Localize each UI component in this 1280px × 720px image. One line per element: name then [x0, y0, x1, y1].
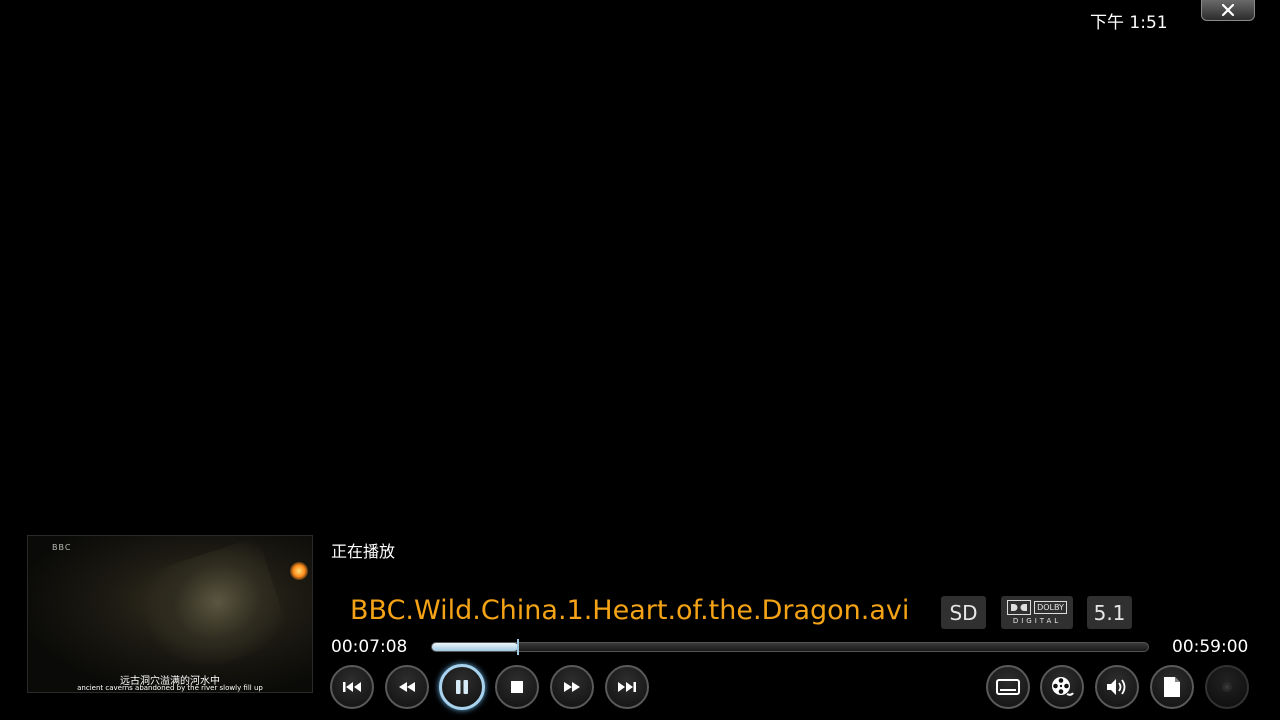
audio-settings-button[interactable]	[1095, 665, 1139, 709]
pause-button[interactable]	[439, 664, 485, 710]
bookmark-button[interactable]	[1150, 665, 1194, 709]
progress-fill	[432, 643, 518, 651]
progress-handle[interactable]	[517, 639, 519, 655]
digital-label: DIGITAL	[1012, 617, 1062, 625]
pause-icon	[456, 680, 468, 694]
record-icon	[1222, 682, 1232, 692]
close-icon	[1221, 3, 1235, 17]
dolby-logo-icon	[1007, 600, 1032, 615]
rewind-icon	[399, 682, 415, 692]
skip-previous-button[interactable]	[330, 665, 374, 709]
elapsed-time: 00:07:08	[331, 637, 408, 657]
subtitle-english: ancient caverns abandoned by the river s…	[77, 684, 263, 692]
clock: 下午 1:51	[1090, 13, 1168, 33]
volume-icon	[1107, 679, 1126, 695]
stop-icon	[511, 681, 523, 693]
thumbnail-light	[290, 562, 308, 580]
bbc-logo: BBC	[52, 543, 72, 552]
skip-next-button[interactable]	[605, 665, 649, 709]
total-duration: 00:59:00	[1172, 637, 1249, 657]
rewind-button[interactable]	[385, 665, 429, 709]
dolby-label: DOLBY	[1034, 601, 1067, 614]
video-settings-button[interactable]	[1040, 665, 1084, 709]
subtitles-icon	[996, 679, 1020, 695]
channels-badge: 5.1	[1087, 596, 1132, 629]
thumbnail-scene	[134, 536, 292, 682]
video-reel-icon	[1052, 677, 1074, 696]
sd-badge: SD	[941, 596, 986, 629]
document-icon	[1164, 677, 1180, 697]
stop-button[interactable]	[495, 665, 539, 709]
progress-bar[interactable]	[431, 639, 1149, 655]
video-thumbnail[interactable]: BBC 远古洞穴溢满的河水中 ancient caverns abandoned…	[27, 535, 313, 693]
fast-forward-icon	[564, 682, 580, 692]
skip-next-icon	[618, 682, 636, 692]
subtitles-button[interactable]	[986, 665, 1030, 709]
record-button[interactable]	[1205, 665, 1249, 709]
now-playing-label: 正在播放	[331, 542, 396, 561]
close-button[interactable]	[1201, 0, 1255, 21]
media-title: BBC.Wild.China.1.Heart.of.the.Dragon.avi	[350, 595, 910, 626]
fast-forward-button[interactable]	[550, 665, 594, 709]
skip-previous-icon	[343, 682, 361, 692]
dolby-digital-badge: DOLBY DIGITAL	[1001, 596, 1073, 629]
